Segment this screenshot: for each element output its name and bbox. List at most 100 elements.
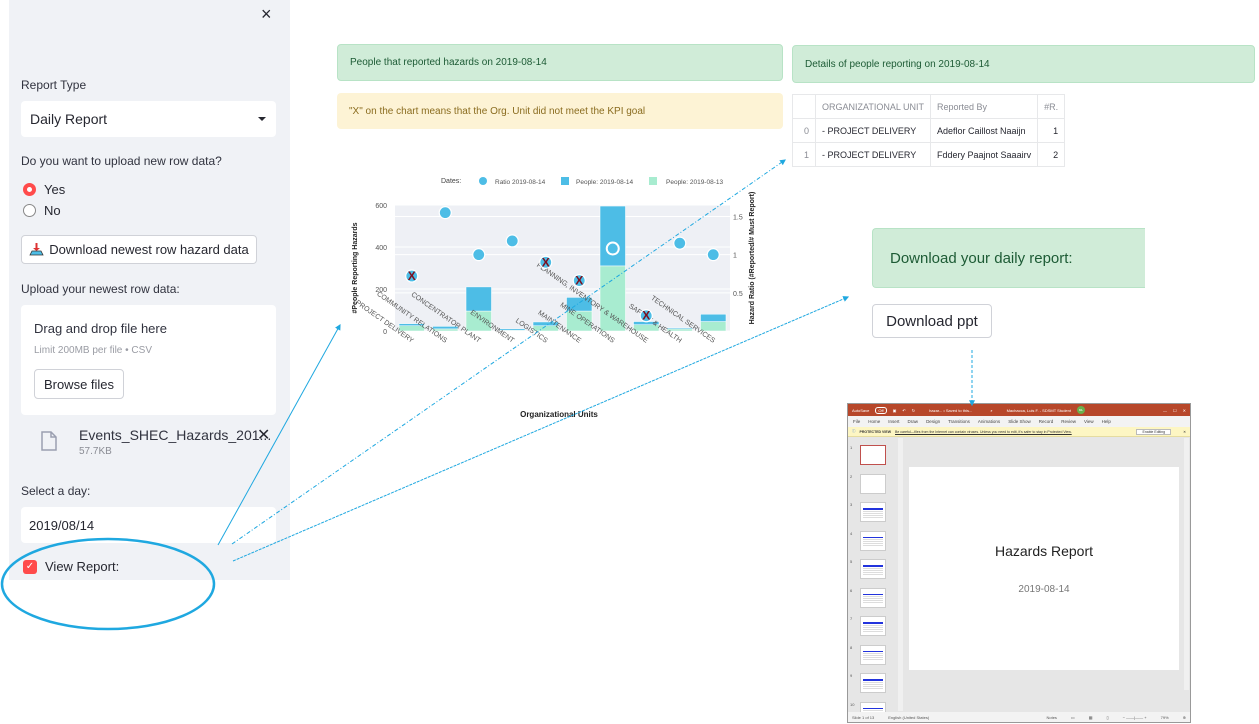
ribbon-tab-insert[interactable]: Insert	[888, 419, 899, 424]
redo-icon[interactable]: ↻	[912, 408, 915, 413]
legend-label: Ratio 2019-08-14	[495, 179, 546, 186]
browse-files-button[interactable]: Browse files	[34, 369, 124, 399]
hazards-chart: 02004006000.511.5- PROJECT DELIVERYCOMMU…	[351, 177, 756, 419]
header-reported-by[interactable]: Reported By	[930, 94, 1039, 119]
ribbon-tab-file[interactable]: File	[853, 419, 860, 424]
ribbon-tab-home[interactable]: Home	[868, 419, 880, 424]
kpi-note-alert: "X" on the chart means that the Org. Uni…	[337, 93, 783, 129]
radio-yes-label: Yes	[44, 182, 66, 197]
upload-label: Upload your newest row data:	[21, 282, 180, 296]
download-ppt-button[interactable]: Download ppt	[872, 304, 992, 338]
slide-number: 9	[850, 673, 853, 678]
bar-2019-08-14	[465, 286, 492, 312]
table-row: 0 - PROJECT DELIVERY Adeflor Caillost Na…	[792, 118, 1066, 143]
details-text: Details of people reporting on 2019-08-1…	[805, 58, 990, 70]
protected-view-label: PROTECTED VIEW	[859, 429, 892, 434]
date-input[interactable]: 2019/08/14	[21, 507, 276, 543]
slide-number: 1	[850, 445, 853, 450]
row-org-unit: - PROJECT DELIVERY	[814, 118, 932, 143]
ratio-point	[706, 248, 720, 262]
file-size: 57.7KB	[79, 446, 112, 457]
slide-thumbnail[interactable]	[860, 559, 886, 579]
kpi-missed-mark: X	[575, 274, 583, 288]
fit-slide-icon[interactable]: ⊕	[1183, 715, 1186, 720]
slide-counter: Slide 1 of 13	[852, 714, 875, 720]
remove-file-icon[interactable]: ✕	[257, 425, 270, 445]
file-icon	[41, 431, 57, 451]
download-row-data-label: Download newest row hazard data	[49, 242, 249, 257]
y2-tick-label: 1	[733, 253, 737, 260]
slide-thumbnail[interactable]	[860, 502, 886, 522]
download-tray-icon	[29, 243, 44, 256]
ribbon-tab-view[interactable]: View	[1084, 419, 1094, 424]
report-type-select[interactable]: Daily Report	[21, 101, 276, 137]
radio-no[interactable]: No	[23, 203, 61, 218]
normal-view-icon[interactable]: ▭	[1071, 715, 1075, 720]
ribbon-tab-draw[interactable]: Draw	[908, 419, 919, 424]
slide-thumbnail[interactable]	[860, 473, 886, 494]
dropzone-limit: Limit 200MB per file • CSV	[34, 345, 152, 356]
header-count[interactable]: #R.	[1037, 94, 1066, 119]
date-value: 2019/08/14	[29, 518, 95, 533]
ppt-status-bar: Slide 1 of 13 English (United States) No…	[848, 712, 1190, 722]
ribbon-tab-design[interactable]: Design	[926, 419, 940, 424]
plot-area	[395, 205, 730, 331]
upload-question-label: Do you want to upload new row data?	[21, 154, 222, 168]
row-count: 1	[1037, 118, 1066, 143]
table-row: 1 - PROJECT DELIVERY Fddery Paajnot Saaa…	[792, 142, 1066, 167]
zoom-slider[interactable]: − ——|—— +	[1123, 715, 1147, 720]
dismiss-icon[interactable]: ✕	[1183, 430, 1186, 434]
download-daily-alert: Download your daily report:	[872, 228, 1145, 288]
slide-number: 7	[850, 616, 853, 621]
row-count: 2	[1037, 142, 1066, 167]
file-dropzone[interactable]: Drag and drop file here Limit 200MB per …	[21, 305, 276, 415]
sorter-view-icon[interactable]: ▦	[1089, 715, 1093, 720]
close-icon[interactable]: ×	[261, 4, 272, 25]
download-row-data-button[interactable]: Download newest row hazard data	[21, 235, 257, 264]
slide-canvas[interactable]: Hazards Report 2019-08-14	[909, 467, 1179, 670]
x-axis-title: Organizational Units	[520, 410, 598, 419]
enable-editing-button[interactable]: Enable Editing	[1136, 428, 1172, 435]
slide-thumbnail[interactable]	[860, 644, 886, 665]
people-reported-text: People that reported hazards on 2019-08-…	[350, 57, 547, 68]
zoom-level[interactable]: 79%	[1161, 715, 1169, 720]
ribbon-tab-animations[interactable]: Animations	[978, 419, 1000, 424]
slide-thumbnail[interactable]	[860, 445, 886, 465]
ribbon-tab-transitions[interactable]: Transitions	[948, 419, 970, 424]
maximize-icon[interactable]: ☐	[1173, 408, 1177, 413]
ribbon-tab-review[interactable]: Review	[1061, 419, 1076, 424]
ribbon-tab-record[interactable]: Record	[1039, 419, 1054, 424]
slide-thumbnail[interactable]	[860, 616, 886, 636]
slide-number: 6	[850, 587, 853, 593]
window-close-icon[interactable]: ✕	[1183, 408, 1186, 413]
slide-thumbnail[interactable]	[860, 587, 886, 608]
search-icon[interactable]: ⌕	[990, 408, 992, 413]
header-org-unit[interactable]: ORGANIZATIONAL UNIT	[814, 94, 932, 119]
chevron-down-icon	[258, 117, 266, 121]
save-icon[interactable]: ▣	[893, 408, 897, 413]
thumbnail-scrollbar[interactable]	[898, 438, 903, 711]
reading-view-icon[interactable]: ▯	[1106, 715, 1108, 720]
header-index[interactable]	[792, 94, 816, 119]
slide-scrollbar[interactable]	[1184, 438, 1189, 690]
ribbon-tab-help[interactable]: Help	[1102, 419, 1111, 424]
autosave-toggle[interactable]: Off	[875, 406, 887, 414]
slide-thumbnail[interactable]	[860, 673, 886, 693]
slide-number: 2	[850, 473, 853, 479]
slide-thumbnail[interactable]	[860, 530, 886, 551]
ribbon-tab-slide-show[interactable]: Slide Show	[1008, 419, 1031, 424]
y-tick-label: 400	[375, 245, 387, 252]
minimize-icon[interactable]: —	[1163, 408, 1167, 413]
notes-button[interactable]: Notes	[1046, 715, 1056, 720]
ppt-filename: hazar... • Saved to this...	[929, 407, 973, 413]
protected-view-bar: ⓘ PROTECTED VIEW Be careful—files from t…	[848, 427, 1190, 437]
powerpoint-window: AutoSave Off ▣ ↶ ↻ hazar... • Saved to t…	[847, 403, 1191, 723]
row-reported-by: Adeflor Caillost Naaijn	[930, 118, 1039, 143]
radio-yes[interactable]: Yes	[23, 182, 65, 197]
undo-icon[interactable]: ↶	[902, 408, 905, 413]
user-avatar[interactable]: ML	[1076, 406, 1085, 414]
radio-no-label: No	[44, 203, 61, 218]
protected-view-message[interactable]: Be careful—files from the Internet can c…	[895, 430, 1072, 434]
view-report-checkbox[interactable]: ✓ View Report:	[23, 559, 119, 574]
language[interactable]: English (United States)	[888, 715, 929, 720]
